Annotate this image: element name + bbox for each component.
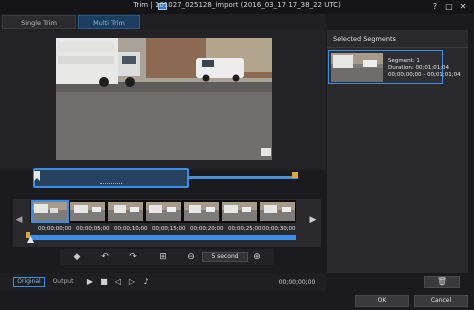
segment-range: 00;00;00;00 - 00;01;01;04 [388, 72, 461, 78]
segments-header: Selected Segments [333, 35, 396, 43]
timecode-label: 00;00;30;00 [262, 226, 296, 232]
output-toggle[interactable]: Output [48, 277, 78, 287]
ok-button[interactable]: OK [355, 295, 409, 307]
frame-thumbnail[interactable] [260, 202, 295, 221]
video-frame-image [56, 38, 272, 160]
frame-thumbnail[interactable] [222, 202, 257, 221]
zoom-level-field[interactable]: 5 second [202, 252, 248, 262]
range-grip[interactable] [100, 183, 122, 187]
trash-icon: 🗑 [436, 277, 448, 286]
timecode-label: 00;00;20;00 [190, 226, 224, 232]
playhead-handle[interactable] [27, 236, 34, 243]
delete-segment-button[interactable]: 🗑 [424, 276, 460, 288]
segment-number: Segment: 1 [388, 58, 420, 64]
segment-thumbnail [331, 53, 383, 82]
redo-icon[interactable]: ↷ [126, 250, 140, 264]
close-button[interactable]: ✕ [458, 2, 468, 12]
filmstrip[interactable] [30, 200, 296, 223]
help-button[interactable]: ? [430, 2, 440, 12]
split-icon[interactable]: ⊞ [156, 250, 170, 264]
range-start-handle[interactable] [34, 171, 40, 181]
window-title: Trim | 101027_025128_import (2016_03_17 … [133, 1, 341, 9]
video-preview [56, 38, 272, 160]
tab-single-trim[interactable]: Single Trim [2, 15, 76, 29]
scroll-left-icon[interactable]: ◀ [13, 199, 25, 241]
timecode-label: 00;00;05;00 [76, 226, 110, 232]
range-end-handle[interactable] [292, 172, 298, 178]
maximize-button[interactable]: □ [444, 2, 454, 12]
time-display: 00;00;00;00 [278, 279, 316, 286]
previous-frame-icon[interactable]: ◁ [112, 276, 124, 288]
stop-icon[interactable]: ■ [98, 276, 110, 288]
scroll-right-icon[interactable]: ▶ [307, 199, 319, 241]
segment-duration: Duration: 00;01;01;04 [388, 65, 450, 71]
cancel-button[interactable]: Cancel [414, 295, 468, 307]
tab-multi-trim[interactable]: Multi Trim [78, 15, 140, 29]
timecode-label: 00;00;10;00 [114, 226, 148, 232]
divider [327, 47, 468, 48]
timecode-label: 00;00;25;00 [228, 226, 262, 232]
frame-thumbnail[interactable] [184, 202, 219, 221]
timeline-bar[interactable] [30, 235, 296, 240]
frame-thumbnail[interactable] [70, 202, 105, 221]
play-icon[interactable]: ▶ [84, 276, 96, 288]
timecode-label: 00;00;00;00 [38, 226, 72, 232]
next-frame-icon[interactable]: ▷ [126, 276, 138, 288]
filmstrip-selection[interactable] [31, 200, 69, 223]
original-toggle[interactable]: Original [13, 277, 45, 287]
timecode-label: 00;00;15;00 [152, 226, 186, 232]
volume-icon[interactable]: ♪ [140, 276, 152, 288]
zoom-out-icon[interactable]: ⊖ [184, 250, 198, 264]
zoom-in-icon[interactable]: ⊕ [250, 250, 264, 264]
undo-icon[interactable]: ↶ [98, 250, 112, 264]
mark-in-out-icon[interactable]: ◆ [70, 250, 84, 264]
frame-thumbnail[interactable] [146, 202, 181, 221]
frame-thumbnail[interactable] [108, 202, 143, 221]
